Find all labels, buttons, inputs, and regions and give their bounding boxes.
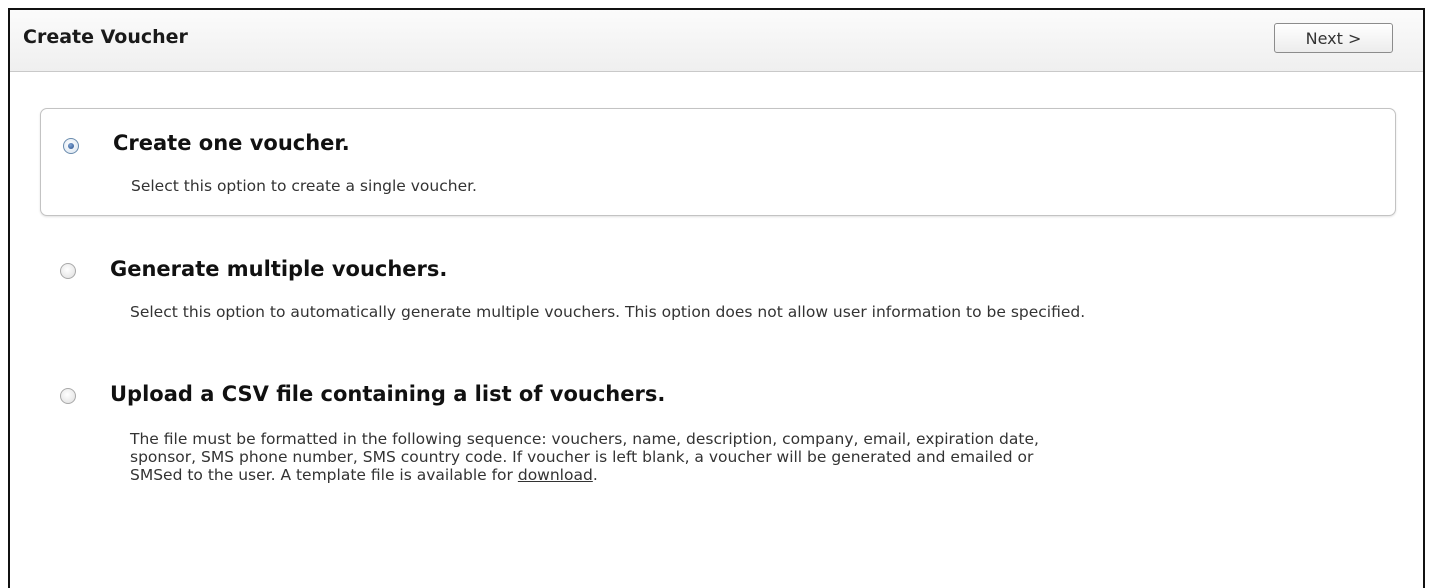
option-title: Upload a CSV file containing a list of v… xyxy=(110,382,666,406)
line-end-punctuation: . xyxy=(592,466,598,484)
description-line: The file must be formatted in the follow… xyxy=(130,430,1039,448)
next-button[interactable]: Next > xyxy=(1274,23,1393,53)
option-description: Select this option to automatically gene… xyxy=(130,303,1086,321)
page-title: Create Voucher xyxy=(23,26,188,48)
radio-generate-multiple-vouchers[interactable] xyxy=(60,263,76,279)
radio-create-one-voucher[interactable] xyxy=(63,138,79,154)
panel-header: Create Voucher Next > xyxy=(10,10,1423,72)
create-voucher-panel: Create Voucher Next > Create one voucher… xyxy=(8,8,1425,588)
radio-selected-dot xyxy=(68,143,74,149)
description-line: SMSed to the user. A template file is av… xyxy=(130,466,1390,484)
option-description: The file must be formatted in the follow… xyxy=(130,430,1390,484)
description-line-text: SMSed to the user. A template file is av… xyxy=(130,466,513,484)
option-title: Generate multiple vouchers. xyxy=(110,257,448,281)
download-template-link[interactable]: download xyxy=(518,466,593,484)
option-create-one-voucher[interactable]: Create one voucher. Select this option t… xyxy=(40,108,1396,216)
option-upload-csv[interactable]: Upload a CSV file containing a list of v… xyxy=(40,380,1396,510)
option-generate-multiple-vouchers[interactable]: Generate multiple vouchers. Select this … xyxy=(40,255,1396,335)
description-line: sponsor, SMS phone number, SMS country c… xyxy=(130,448,1034,466)
radio-upload-csv[interactable] xyxy=(60,388,76,404)
option-description: Select this option to create a single vo… xyxy=(131,177,477,195)
option-title: Create one voucher. xyxy=(113,131,350,155)
